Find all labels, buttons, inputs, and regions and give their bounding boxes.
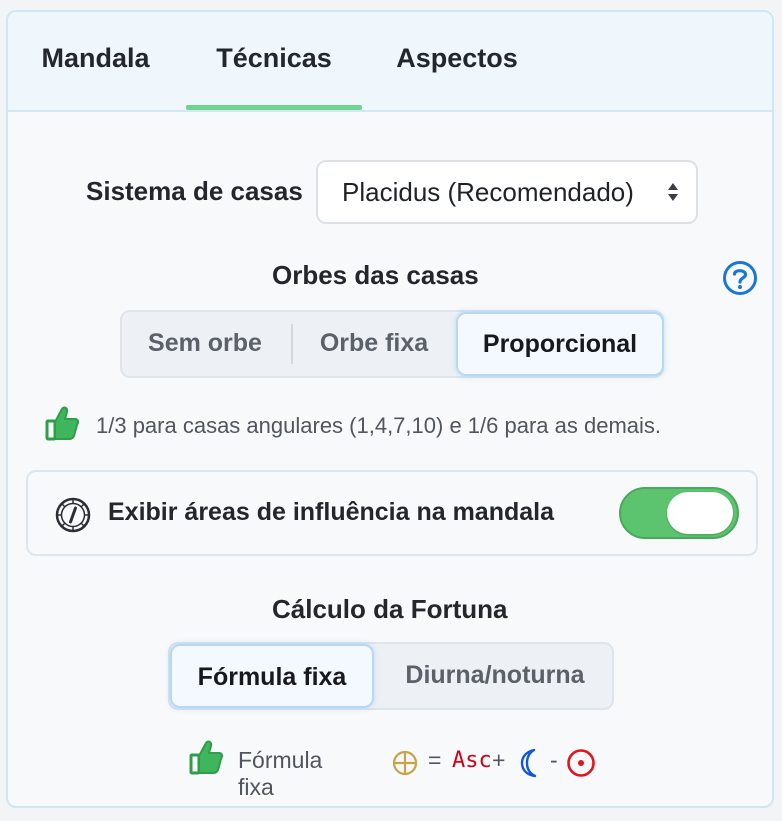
fortune-note-label: Fórmula fixa (238, 747, 323, 800)
tab-tecnicas[interactable]: Técnicas (186, 12, 362, 110)
fortune-symbol-icon (392, 750, 418, 776)
tab-bar: Mandala Técnicas Aspectos (8, 12, 772, 112)
fortune-title: Cálculo da Fortuna (272, 594, 508, 624)
house-orbs-title: Orbes das casas (272, 260, 479, 290)
orb-option-proportional[interactable]: Proporcional (456, 312, 664, 376)
tab-aspectos[interactable]: Aspectos (382, 12, 532, 110)
influence-toggle-label: Exibir áreas de influência na mandala (108, 498, 555, 526)
house-system-label: Sistema de casas (86, 176, 303, 206)
fortune-option-diurnal-nocturnal[interactable]: Diurna/noturna (376, 644, 614, 708)
orb-option-none[interactable]: Sem orbe (122, 312, 288, 376)
fortune-option-fixed[interactable]: Fórmula fixa (170, 644, 374, 708)
fortune-segmented: Fórmula fixa Diurna/noturna (168, 642, 614, 710)
influence-toggle-switch[interactable] (619, 487, 739, 539)
select-arrows-icon (668, 183, 678, 201)
formula-equals: = (428, 747, 442, 773)
house-orbs-note: 1/3 para casas angulares (1,4,7,10) e 1/… (96, 413, 662, 438)
house-system-value: Placidus (Recomendado) (342, 177, 634, 207)
toggle-knob (667, 492, 733, 534)
clock-icon (55, 497, 91, 533)
active-tab-indicator (186, 105, 362, 110)
segment-divider (291, 324, 293, 364)
formula-plus: + (492, 747, 506, 773)
moon-icon (520, 748, 537, 778)
thumbs-up-icon (189, 740, 224, 775)
house-system-select[interactable]: Placidus (Recomendado) (316, 160, 698, 224)
help-icon[interactable] (722, 260, 758, 296)
ascendant-symbol: Asc (452, 748, 492, 773)
orb-option-fixed[interactable]: Orbe fixa (294, 312, 454, 376)
formula-minus: - (550, 747, 558, 773)
tab-mandala[interactable]: Mandala (28, 12, 163, 110)
house-orbs-segmented: Sem orbe Orbe fixa Proporcional (120, 310, 664, 378)
sun-icon (567, 749, 595, 777)
thumbs-up-icon (45, 406, 80, 441)
influence-toggle-card: Exibir áreas de influência na mandala (26, 470, 758, 556)
techniques-panel: Mandala Técnicas Aspectos Sistema de cas… (6, 10, 774, 808)
